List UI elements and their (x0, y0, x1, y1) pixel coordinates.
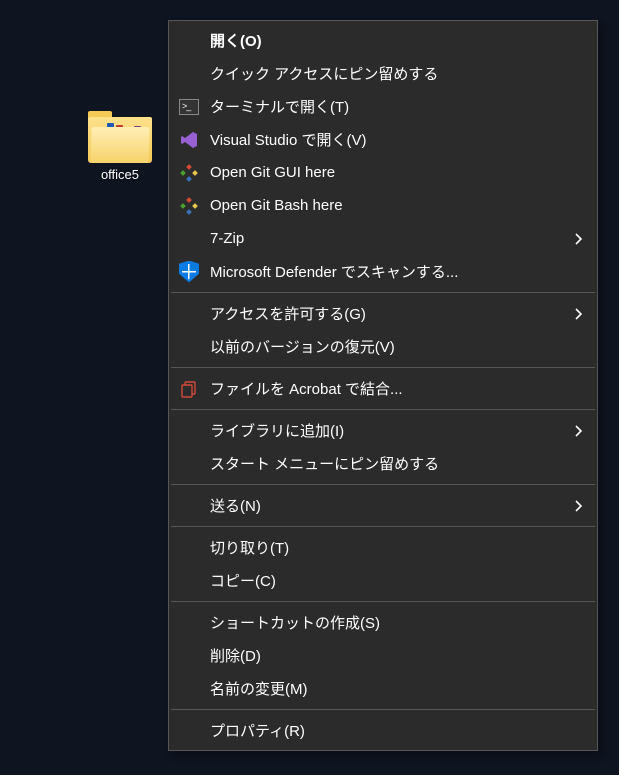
folder-icon (88, 111, 152, 163)
menu-label: ショートカットの作成(S) (210, 612, 586, 633)
menu-open-git-gui[interactable]: Open Git GUI here (170, 156, 596, 189)
git-icon (178, 162, 200, 184)
menu-label: 開く(O) (210, 30, 586, 51)
submenu-arrow-icon (572, 307, 586, 321)
menu-give-access[interactable]: アクセスを許可する(G) (170, 297, 596, 330)
menu-defender-scan[interactable]: Microsoft Defender でスキャンする... (170, 255, 596, 288)
menu-label: クイック アクセスにピン留めする (210, 63, 586, 84)
blank-icon (178, 720, 200, 742)
menu-rename[interactable]: 名前の変更(M) (170, 672, 596, 705)
defender-shield-icon (178, 261, 200, 283)
menu-delete[interactable]: 削除(D) (170, 639, 596, 672)
submenu-arrow-icon (572, 499, 586, 513)
menu-separator (171, 601, 595, 602)
terminal-icon (178, 96, 200, 118)
menu-cut[interactable]: 切り取り(T) (170, 531, 596, 564)
menu-separator (171, 292, 595, 293)
menu-label: ファイルを Acrobat で結合... (210, 378, 586, 399)
menu-restore-previous[interactable]: 以前のバージョンの復元(V) (170, 330, 596, 363)
blank-icon (178, 228, 200, 250)
blank-icon (178, 645, 200, 667)
menu-add-library[interactable]: ライブラリに追加(I) (170, 414, 596, 447)
blank-icon (178, 537, 200, 559)
menu-label: 以前のバージョンの復元(V) (210, 336, 586, 357)
blank-icon (178, 30, 200, 52)
visual-studio-icon (178, 129, 200, 151)
blank-icon (178, 570, 200, 592)
menu-create-shortcut[interactable]: ショートカットの作成(S) (170, 606, 596, 639)
menu-copy[interactable]: コピー(C) (170, 564, 596, 597)
menu-label: アクセスを許可する(G) (210, 303, 572, 324)
menu-label: Open Git Bash here (210, 197, 586, 214)
menu-open-visual-studio[interactable]: Visual Studio で開く(V) (170, 123, 596, 156)
git-icon (178, 195, 200, 217)
menu-label: Microsoft Defender でスキャンする... (210, 261, 586, 282)
menu-label: Open Git GUI here (210, 164, 586, 181)
menu-label: ターミナルで開く(T) (210, 96, 586, 117)
menu-label: Visual Studio で開く(V) (210, 129, 586, 150)
blank-icon (178, 63, 200, 85)
acrobat-combine-icon (178, 378, 200, 400)
blank-icon (178, 336, 200, 358)
menu-label: 切り取り(T) (210, 537, 586, 558)
blank-icon (178, 303, 200, 325)
menu-open-git-bash[interactable]: Open Git Bash here (170, 189, 596, 222)
blank-icon (178, 612, 200, 634)
menu-separator (171, 484, 595, 485)
menu-open-terminal[interactable]: ターミナルで開く(T) (170, 90, 596, 123)
menu-label: プロパティ(R) (210, 720, 586, 741)
menu-label: 送る(N) (210, 495, 572, 516)
menu-send-to[interactable]: 送る(N) (170, 489, 596, 522)
submenu-arrow-icon (572, 424, 586, 438)
menu-label: ライブラリに追加(I) (210, 420, 572, 441)
menu-separator (171, 409, 595, 410)
context-menu: 開く(O) クイック アクセスにピン留めする ターミナルで開く(T) Visua… (168, 20, 598, 751)
menu-open[interactable]: 開く(O) (170, 24, 596, 57)
menu-separator (171, 367, 595, 368)
menu-properties[interactable]: プロパティ(R) (170, 714, 596, 747)
menu-label: 名前の変更(M) (210, 678, 586, 699)
blank-icon (178, 678, 200, 700)
desktop-folder[interactable]: office5 (80, 111, 160, 182)
menu-separator (171, 526, 595, 527)
menu-label: 7-Zip (210, 230, 572, 247)
menu-label: スタート メニューにピン留めする (210, 453, 586, 474)
folder-label: office5 (101, 167, 139, 182)
blank-icon (178, 453, 200, 475)
menu-combine-acrobat[interactable]: ファイルを Acrobat で結合... (170, 372, 596, 405)
menu-pin-start[interactable]: スタート メニューにピン留めする (170, 447, 596, 480)
menu-separator (171, 709, 595, 710)
menu-pin-quick-access[interactable]: クイック アクセスにピン留めする (170, 57, 596, 90)
menu-label: コピー(C) (210, 570, 586, 591)
blank-icon (178, 420, 200, 442)
menu-label: 削除(D) (210, 645, 586, 666)
menu-7zip[interactable]: 7-Zip (170, 222, 596, 255)
blank-icon (178, 495, 200, 517)
submenu-arrow-icon (572, 232, 586, 246)
